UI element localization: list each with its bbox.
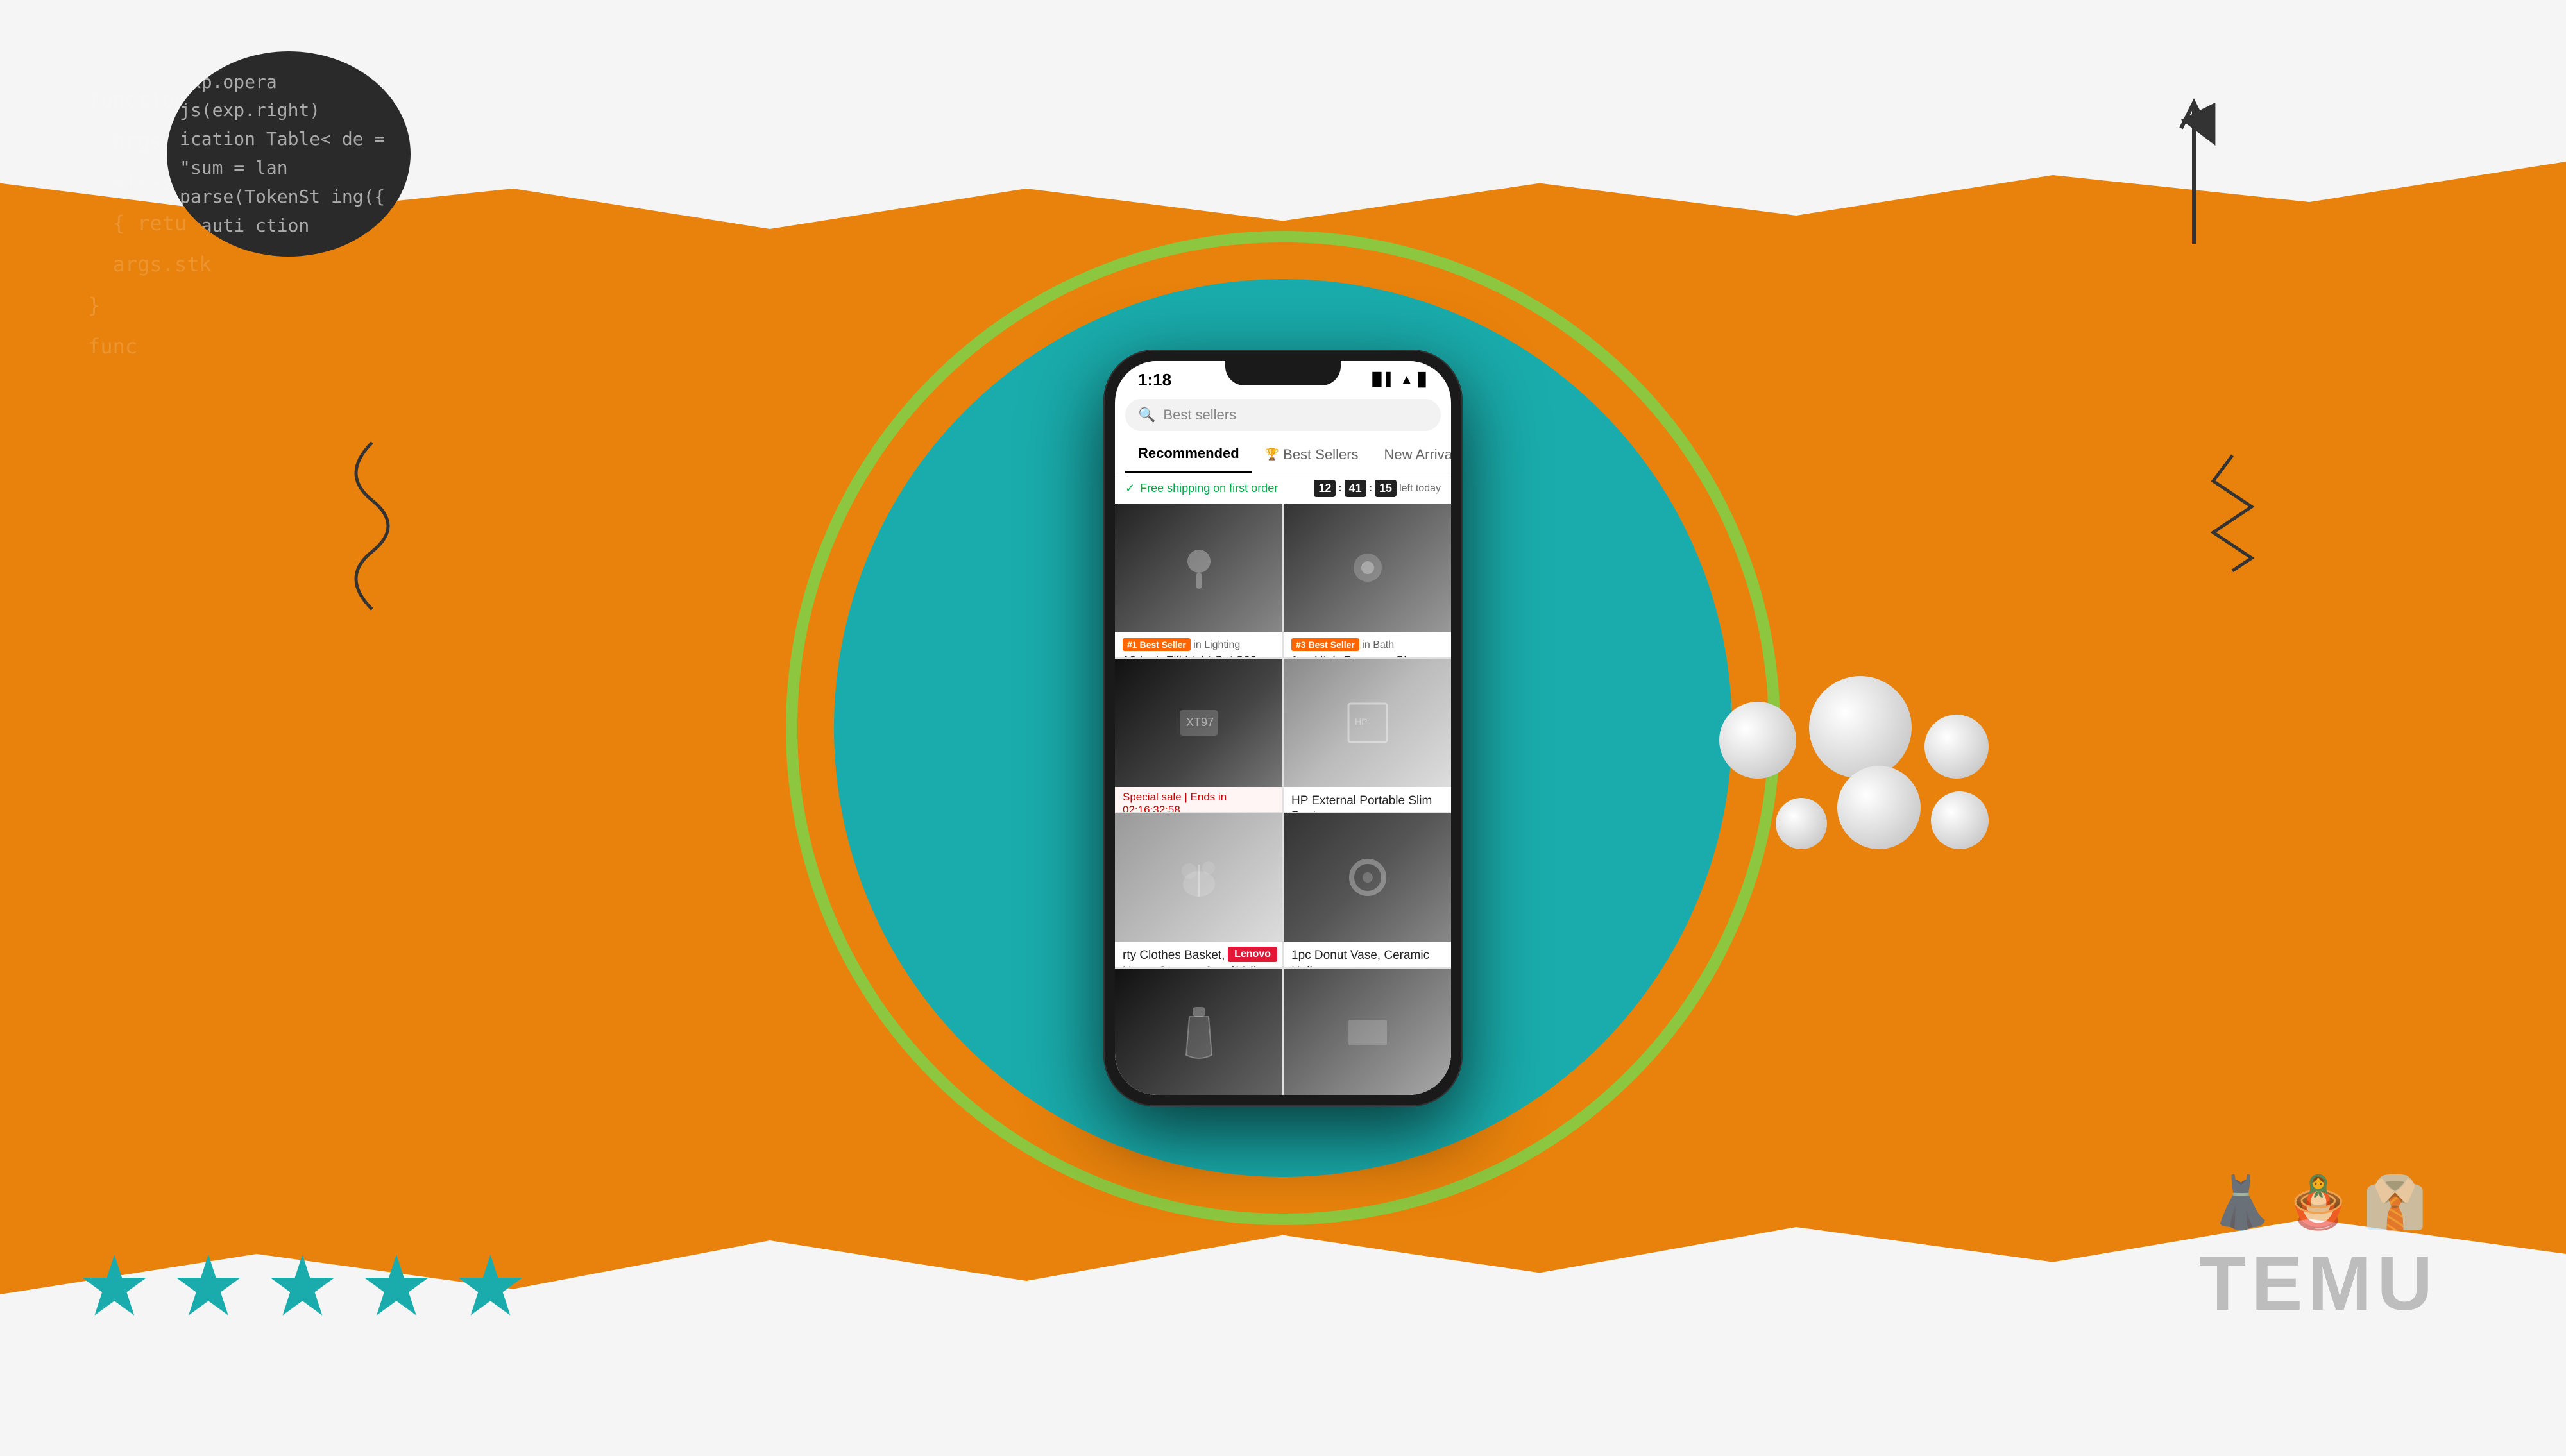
shipping-banner: ✓ Free shipping on first order 12 : 41 :… <box>1115 473 1451 504</box>
product-image-1 <box>1115 504 1282 632</box>
product-info-6: 1pc Donut Vase, Ceramic Hollow... ★★★★★ … <box>1284 942 1451 967</box>
svg-text:XT97: XT97 <box>1186 716 1214 729</box>
product-info-3: Special sale | Ends in 02:16:32:58 Lenov… <box>1115 787 1282 813</box>
code-text: exp.opera js(exp.right) ication Table< d… <box>167 55 411 253</box>
product-info-1: #1 Best Seller in Lighting 10 Inch Fill … <box>1115 632 1282 657</box>
timer-hours: 12 <box>1314 480 1336 497</box>
temu-icon-dress: 👗 <box>2210 1172 2274 1233</box>
timer-seconds: 15 <box>1375 480 1397 497</box>
product-item-2[interactable]: #3 Best Seller in Bath 1pc High-Pressure… <box>1284 504 1451 657</box>
phone-device: 1:18 ▐▌▌ ▲ ▊ 🔍 Best sellers Recommended … <box>1103 350 1463 1106</box>
timer-minutes: 41 <box>1345 480 1366 497</box>
tab-best-sellers-label: Best Sellers <box>1283 446 1358 463</box>
product-badge-2: #3 Best Seller <box>1291 638 1359 651</box>
product-badge-1: #1 Best Seller <box>1123 638 1191 651</box>
product-image-2 <box>1284 504 1451 632</box>
product-item-3[interactable]: XT97 Special sale | Ends in 02:16:32:58 … <box>1115 659 1282 813</box>
shipping-label: Free shipping on first order <box>1140 482 1278 495</box>
star-3: ★ <box>265 1244 340 1328</box>
phone-outer-shell: 1:18 ▐▌▌ ▲ ▊ 🔍 Best sellers Recommended … <box>1103 350 1463 1106</box>
checkmark-icon: ✓ <box>1125 482 1135 495</box>
navigation-tabs: Recommended 🏆 Best Sellers New Arrivals <box>1115 436 1451 473</box>
special-sale-3: Special sale | Ends in 02:16:32:58 <box>1115 787 1282 813</box>
star-5: ★ <box>453 1244 528 1328</box>
tab-new-arrivals-label: New Arrivals <box>1384 446 1451 463</box>
product-info-4: HP External Portable Slim Desig... ★★★★★… <box>1284 787 1451 813</box>
product-name-4: HP External Portable Slim Desig... <box>1291 793 1443 813</box>
search-placeholder: Best sellers <box>1163 407 1236 423</box>
product-item-1[interactable]: #1 Best Seller in Lighting 10 Inch Fill … <box>1115 504 1282 657</box>
product-item-6[interactable]: 1pc Donut Vase, Ceramic Hollow... ★★★★★ … <box>1284 813 1451 967</box>
tab-recommended[interactable]: Recommended <box>1125 436 1252 473</box>
temu-icon-toy: 🪆 <box>2286 1172 2350 1233</box>
status-time: 1:18 <box>1138 370 1171 390</box>
free-shipping-text: ✓ Free shipping on first order <box>1125 482 1278 495</box>
temu-icon-shirt: 👔 <box>2363 1172 2427 1233</box>
tab-recommended-label: Recommended <box>1138 445 1239 462</box>
phone-notch <box>1225 361 1341 385</box>
timer-suffix: left today <box>1399 483 1441 495</box>
product-info-2: #3 Best Seller in Bath 1pc High-Pressure… <box>1284 632 1451 657</box>
product-name-2: 1pc High-Pressure Shower Head... <box>1291 654 1443 657</box>
temu-icons-row: 👗 🪆 👔 <box>2210 1172 2427 1233</box>
product-image-5 <box>1115 813 1282 942</box>
product-name-6: 1pc Donut Vase, Ceramic Hollow... <box>1291 948 1443 967</box>
tab-best-sellers-icon: 🏆 <box>1265 448 1279 461</box>
lenovo-badge-5: Lenovo <box>1228 947 1277 962</box>
product-name-1: 10 Inch Fill Light Set 360 Rotatio... <box>1123 654 1275 657</box>
product-image-3: XT97 <box>1115 659 1282 787</box>
battery-icon: ▊ <box>1418 372 1428 388</box>
svg-text:HP: HP <box>1355 716 1367 727</box>
tab-best-sellers[interactable]: 🏆 Best Sellers <box>1252 436 1372 473</box>
product-badge-category-2: in Bath <box>1362 639 1394 650</box>
star-2: ★ <box>171 1244 246 1328</box>
product-item-8[interactable]: #4 Best Sel... Lenovo Th... ★★★★★ 🔵Direc… <box>1284 969 1451 1096</box>
tab-new-arrivals[interactable]: New Arrivals <box>1372 436 1451 473</box>
signal-icon: ▐▌▌ <box>1368 373 1395 387</box>
phone-screen: 1:18 ▐▌▌ ▲ ▊ 🔍 Best sellers Recommended … <box>1115 361 1451 1095</box>
temu-logo: 👗 🪆 👔 TEMU <box>2199 1172 2438 1328</box>
product-grid: #1 Best Seller in Lighting 10 Inch Fill … <box>1115 504 1451 1095</box>
product-image-7 <box>1115 969 1282 1096</box>
product-image-8 <box>1284 969 1451 1096</box>
product-item-4[interactable]: HP HP External Portable Slim Desig... ★★… <box>1284 659 1451 813</box>
search-icon: 🔍 <box>1138 407 1155 423</box>
product-image-6 <box>1284 813 1451 942</box>
star-4: ★ <box>359 1244 434 1328</box>
product-image-4: HP <box>1284 659 1451 787</box>
product-badge-category-1: in Lighting <box>1193 639 1240 650</box>
temu-text: TEMU <box>2199 1239 2438 1328</box>
search-bar[interactable]: 🔍 Best sellers <box>1125 399 1441 431</box>
wifi-icon: ▲ <box>1400 373 1413 387</box>
code-circle-decoration: exp.opera js(exp.right) ication Table< d… <box>167 51 411 257</box>
rating-stars-decoration: ★ ★ ★ ★ ★ <box>77 1244 528 1328</box>
product-item-7[interactable]: #1 Best Seller in Kitchen Storage... 1pc… <box>1115 969 1282 1096</box>
status-icons: ▐▌▌ ▲ ▊ <box>1368 372 1428 388</box>
star-1: ★ <box>77 1244 152 1328</box>
spheres-decoration <box>1719 676 1989 849</box>
countdown-timer: 12 : 41 : 15 left today <box>1314 480 1441 497</box>
product-item-5[interactable]: rty Clothes Basket, ... in Home Storage … <box>1115 813 1282 967</box>
